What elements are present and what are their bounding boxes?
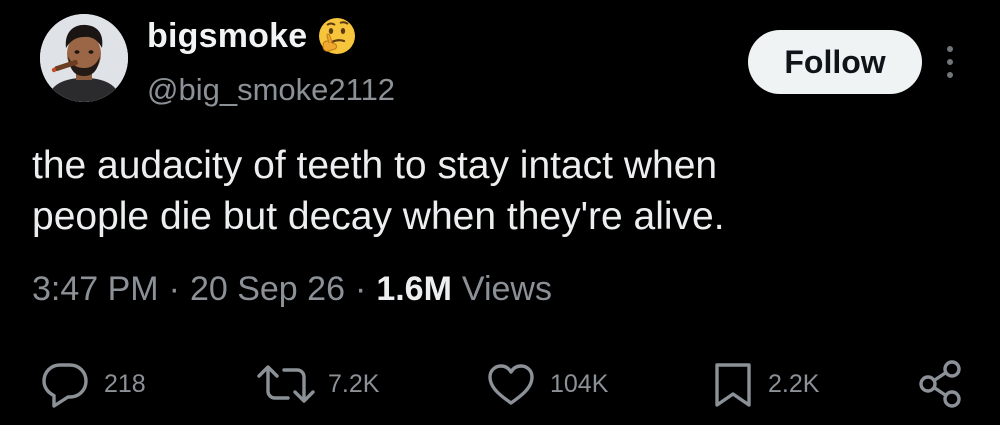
avatar-image	[40, 14, 128, 102]
bookmark-button[interactable]: 2.2K	[710, 356, 819, 412]
display-name-row: bigsmoke	[147, 14, 357, 58]
follow-button[interactable]: Follow	[748, 30, 922, 94]
tweet-time[interactable]: 3:47 PM	[32, 270, 159, 309]
user-handle[interactable]: @big_smoke2112	[147, 72, 395, 108]
bookmark-count: 2.2K	[768, 369, 820, 398]
reply-icon	[42, 363, 88, 408]
share-button[interactable]	[914, 356, 968, 412]
display-name[interactable]: bigsmoke	[147, 17, 307, 56]
tweet-meta: 3:47 PM · 20 Sep 26 · 1.6M Views	[32, 266, 552, 312]
thinking-face-emoji-icon	[317, 16, 357, 56]
avatar[interactable]	[40, 14, 128, 102]
tweet-card: bigsmoke @big_smoke2112 Follow the audac…	[0, 0, 1000, 425]
tweet-text: the audacity of teeth to stay intact whe…	[32, 144, 725, 238]
meta-separator: ·	[354, 269, 367, 308]
tweet-date[interactable]: 20 Sep 26	[190, 270, 345, 309]
share-icon	[919, 360, 961, 408]
reply-button[interactable]: 218	[38, 356, 146, 412]
heart-icon	[488, 364, 534, 405]
vertical-ellipsis-icon	[947, 46, 953, 78]
reply-count: 218	[104, 369, 146, 398]
more-options-button[interactable]	[936, 40, 964, 84]
retweet-button[interactable]: 7.2K	[256, 356, 379, 412]
retweet-count: 7.2K	[328, 369, 380, 398]
like-button[interactable]: 104K	[484, 356, 608, 412]
views-count: 1.6M	[376, 269, 452, 308]
views-label: Views	[461, 269, 552, 308]
retweet-icon	[257, 365, 315, 403]
like-count: 104K	[550, 369, 609, 398]
bookmark-icon	[715, 363, 751, 407]
meta-separator: ·	[168, 269, 180, 308]
